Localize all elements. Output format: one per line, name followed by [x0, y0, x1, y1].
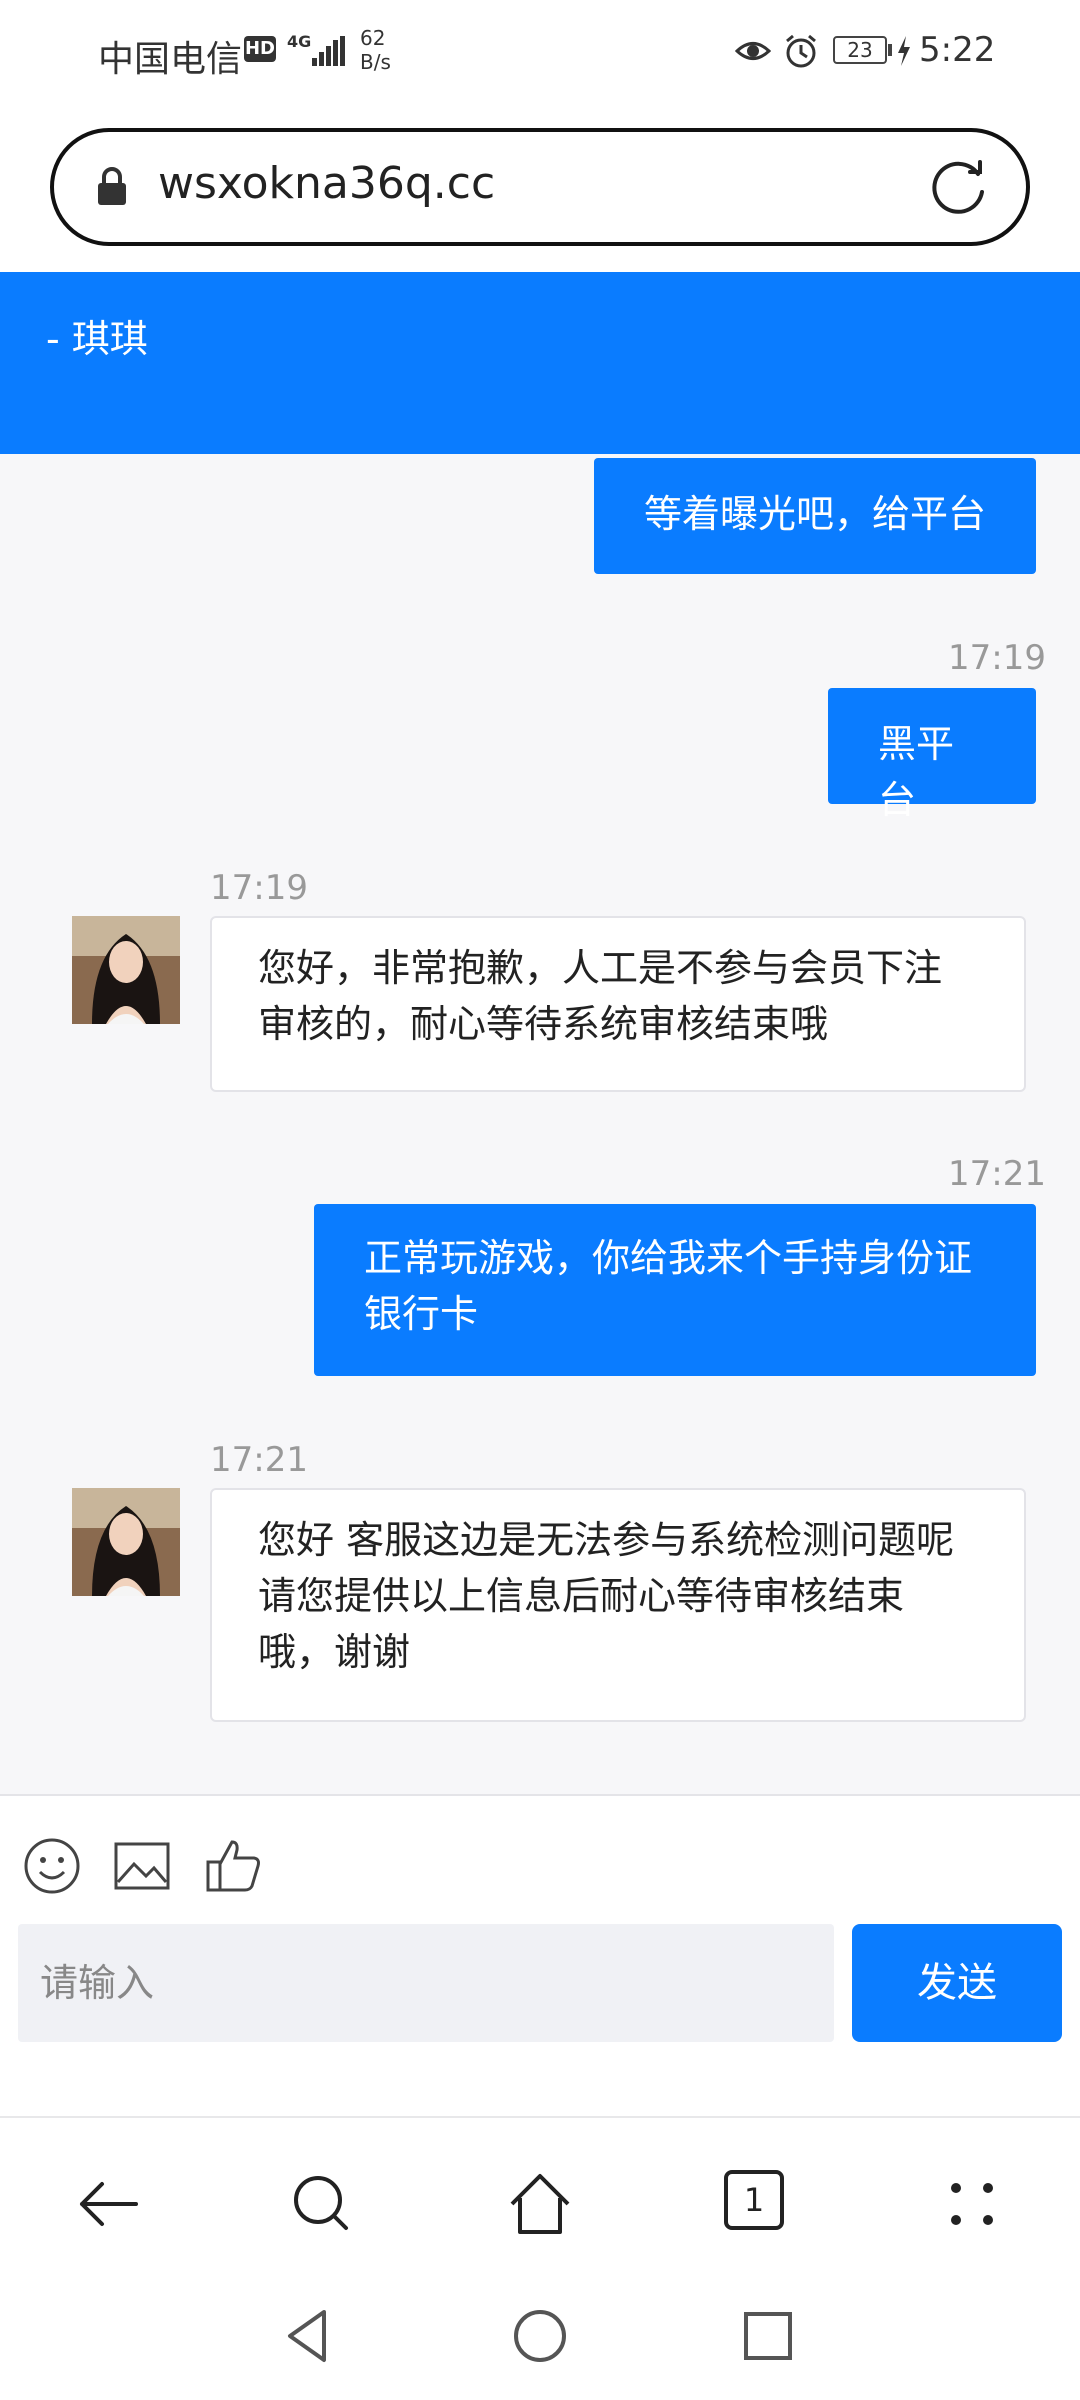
- outgoing-message: 黑平台: [828, 688, 1036, 822]
- message-time: 17:19: [948, 638, 1046, 678]
- send-button[interactable]: 发送: [852, 1924, 1062, 2042]
- clock: 5:22: [919, 30, 996, 70]
- message-line: 您好 客服这边是无法参与系统检测问题呢: [258, 1518, 955, 1562]
- message-input[interactable]: [18, 1924, 834, 2042]
- outgoing-message: 等着曝光吧，给平台: [594, 458, 1036, 574]
- browser-toolbar: 1: [0, 2116, 1080, 2286]
- message-composer: 发送: [0, 1794, 1080, 2116]
- message-time: 17:19: [210, 868, 308, 908]
- incoming-message: 您好，非常抱歉，人工是不参与会员下注 审核的，耐心等待系统审核结束哦: [210, 916, 1026, 1092]
- home-circle-icon[interactable]: [510, 2306, 570, 2366]
- chat-header: - 琪琪: [0, 272, 1080, 454]
- message-text: 等着曝光吧，给平台: [644, 492, 987, 536]
- recents-square-icon[interactable]: [738, 2306, 798, 2366]
- alarm-icon: [786, 34, 816, 68]
- thumbs-up-icon[interactable]: [204, 1836, 264, 1896]
- status-bar: 中国电信 HD 4G 62 B/s 23 5:22: [0, 0, 1080, 110]
- image-icon[interactable]: [112, 1836, 172, 1896]
- back-triangle-icon[interactable]: [278, 2306, 338, 2366]
- menu-dots-icon[interactable]: [936, 2168, 1008, 2240]
- outgoing-message: 正常玩游戏，你给我来个手持身份证 银行卡: [314, 1204, 1036, 1376]
- eye-icon: [735, 42, 771, 60]
- message-line: 审核的，耐心等待系统审核结束哦: [258, 1002, 829, 1046]
- message-line: 您好，非常抱歉，人工是不参与会员下注: [258, 946, 943, 990]
- emoji-icon[interactable]: [22, 1836, 82, 1896]
- lock-icon: [98, 167, 126, 205]
- incoming-message: 您好 客服这边是无法参与系统检测问题呢 请您提供以上信息后耐心等待审核结束 哦，…: [210, 1488, 1026, 1722]
- chat-page: 中国电信 HD 4G 62 B/s 23 5:22 wsxokna36q.cc …: [0, 0, 1080, 2400]
- carrier-name: 中国电信: [98, 39, 243, 80]
- hd-badge: HD: [244, 36, 276, 62]
- message-text: 黑平台: [878, 722, 955, 822]
- message-list[interactable]: 等着曝光吧，给平台 17:19 黑平台 17:19 您好，非常抱歉，人工是不参与…: [0, 454, 1080, 1794]
- message-line: 银行卡: [364, 1292, 479, 1336]
- avatar-image: [72, 916, 180, 1024]
- battery-level: 23: [833, 36, 887, 64]
- avatar[interactable]: [72, 916, 180, 1024]
- network-speed-unit: B/s: [360, 50, 391, 74]
- url-text[interactable]: wsxokna36q.cc: [158, 158, 495, 209]
- network-speed-value: 62: [360, 26, 386, 50]
- chat-title: - 琪琪: [46, 317, 148, 361]
- avatar-image: [72, 1488, 180, 1596]
- tabs-icon[interactable]: 1: [724, 2170, 784, 2230]
- network-type: 4G: [287, 32, 312, 51]
- avatar[interactable]: [72, 1488, 180, 1596]
- reload-icon[interactable]: [928, 156, 990, 218]
- signal-icon: [312, 36, 346, 66]
- home-icon[interactable]: [504, 2168, 576, 2240]
- message-time: 17:21: [948, 1154, 1046, 1194]
- battery-tip: [888, 44, 892, 56]
- tab-count: 1: [743, 2181, 765, 2219]
- charging-icon: [898, 36, 910, 66]
- network-speed: 62 B/s: [360, 26, 391, 74]
- message-time: 17:21: [210, 1440, 308, 1480]
- address-bar[interactable]: wsxokna36q.cc: [50, 128, 1030, 246]
- back-arrow-icon[interactable]: [72, 2168, 144, 2240]
- message-line: 哦，谢谢: [258, 1630, 411, 1674]
- system-navigation-bar: [0, 2286, 1080, 2400]
- search-icon[interactable]: [286, 2168, 358, 2240]
- message-line: 正常玩游戏，你给我来个手持身份证: [364, 1236, 973, 1280]
- message-line: 请您提供以上信息后耐心等待审核结束: [258, 1574, 905, 1618]
